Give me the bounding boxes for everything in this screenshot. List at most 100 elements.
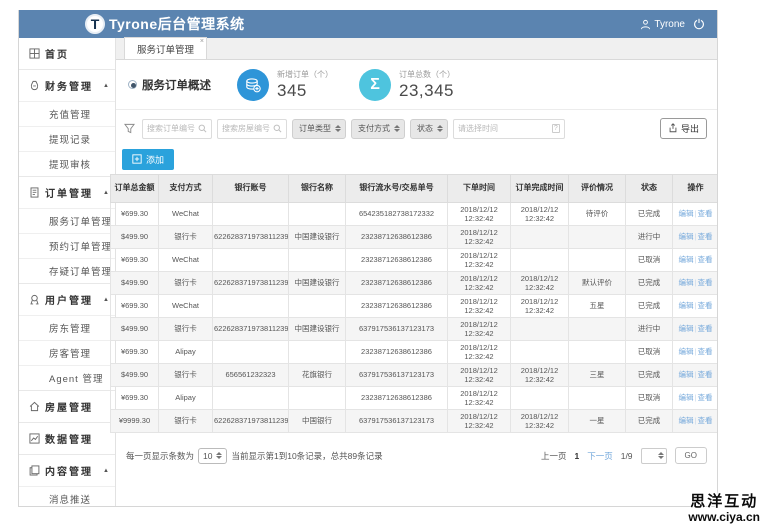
view-link[interactable]: 查看 — [697, 393, 712, 402]
view-link[interactable]: 查看 — [697, 255, 712, 264]
cell-serial: 637917536137123173 — [345, 409, 448, 433]
edit-link[interactable]: 编辑 — [679, 278, 694, 287]
screen: T Tyrone后台管理系统 Tyrone 首页 财务管理 ▲ 充值管理 提现记录 提现审… — [0, 0, 763, 530]
view-link[interactable]: 查看 — [697, 209, 712, 218]
sidebar-subitem[interactable]: 充值管理 — [19, 101, 115, 126]
chevron-updown-icon — [216, 452, 223, 459]
chevron-updown-icon — [657, 452, 664, 459]
orders-table: 订单总金额 支付方式 银行账号 银行名称 银行流水号/交易单号 下单时间 订单完成时间 评价情… — [110, 174, 717, 433]
pagination-bar: 每一页显示条数为 10 当前显示第1到10条记录，总共89条记录 上一页 1 下… — [116, 433, 717, 464]
stat-value: 345 — [277, 80, 307, 100]
edit-link[interactable]: 编辑 — [679, 347, 694, 356]
sidebar-item-1[interactable]: 财务管理 ▲ — [19, 69, 115, 101]
view-link[interactable]: 查看 — [697, 416, 712, 425]
time-range-field[interactable]: ? — [453, 118, 565, 139]
edit-link[interactable]: 编辑 — [679, 393, 694, 402]
chevron-up-icon: ▲ — [103, 467, 109, 474]
sidebar-subitem[interactable]: 预约订单管理 — [19, 233, 115, 258]
cell-order-time: 2018/12/12 12:32:42 — [447, 225, 511, 249]
cell-actions: 编辑|查看 — [672, 248, 717, 272]
cell-status: 已完成 — [625, 363, 673, 387]
sidebar-subitem[interactable]: 消息推送 — [19, 486, 115, 506]
table-row: ¥9999.30 银行卡 622628371973811239 中国银行 6379175… — [110, 409, 717, 433]
time-input[interactable] — [458, 124, 552, 133]
status-select[interactable]: 状态 — [410, 118, 448, 139]
column-header-account: 银行账号 — [212, 174, 289, 203]
cell-done-time — [510, 225, 569, 249]
payment-method-select[interactable]: 支付方式 — [351, 118, 405, 139]
sidebar-item-4[interactable]: 房屋管理 — [19, 390, 115, 422]
cell-bank: 中国建设银行 — [288, 271, 346, 295]
section-title: 服务订单概述 — [142, 79, 211, 92]
cell-done-time: 2018/12/12 12:32:42 — [510, 409, 569, 433]
view-link[interactable]: 查看 — [697, 301, 712, 310]
sidebar-subitem[interactable]: 房客管理 — [19, 340, 115, 365]
sidebar-subitem[interactable]: Agent 管理 — [19, 365, 115, 390]
cell-rating: 三星 — [568, 363, 626, 387]
column-header-order: 下单时间 — [447, 174, 511, 203]
sidebar-subitem[interactable]: 服务订单管理 — [19, 208, 115, 233]
edit-link[interactable]: 编辑 — [679, 301, 694, 310]
edit-link[interactable]: 编辑 — [679, 232, 694, 241]
edit-link[interactable]: 编辑 — [679, 324, 694, 333]
column-header-pay: 支付方式 — [158, 174, 213, 203]
cell-account: 622628371973811239 — [212, 271, 289, 295]
view-link[interactable]: 查看 — [697, 347, 712, 356]
house-number-search-field[interactable] — [217, 118, 287, 139]
search-house-input[interactable] — [222, 124, 273, 133]
per-page-select[interactable]: 10 — [198, 447, 228, 464]
edit-link[interactable]: 编辑 — [679, 370, 694, 379]
sidebar-item-6[interactable]: 内容管理 ▲ — [19, 454, 115, 486]
edit-link[interactable]: 编辑 — [679, 255, 694, 264]
content-copy-icon — [29, 465, 40, 476]
current-page[interactable]: 1 — [574, 451, 579, 461]
sidebar-subitem[interactable]: 提现审核 — [19, 151, 115, 176]
column-header-actions: 操作 — [672, 174, 717, 203]
edit-link[interactable]: 编辑 — [679, 209, 694, 218]
order-type-select[interactable]: 订单类型 — [292, 118, 346, 139]
cell-order-time: 2018/12/12 12:32:42 — [447, 271, 511, 295]
cell-rating — [568, 317, 626, 341]
cell-rating: 一星 — [568, 409, 626, 433]
user-menu[interactable]: Tyrone — [640, 19, 685, 30]
cell-amount: ¥699.30 — [110, 340, 159, 364]
view-link[interactable]: 查看 — [697, 232, 712, 241]
next-page-link[interactable]: 下一页 — [587, 450, 613, 462]
cell-serial: 637917536137123173 — [345, 363, 448, 387]
cell-pay: 银行卡 — [158, 363, 213, 387]
add-button[interactable]: 添加 — [122, 149, 175, 170]
sidebar-subitem[interactable]: 提现记录 — [19, 126, 115, 151]
cell-status: 进行中 — [625, 225, 673, 249]
cell-amount: ¥9999.30 — [110, 409, 159, 433]
cell-rating — [568, 225, 626, 249]
edit-link[interactable]: 编辑 — [679, 416, 694, 425]
search-order-input[interactable] — [147, 124, 198, 133]
tab-service-order-management[interactable]: 服务订单管理 × — [124, 37, 208, 59]
house-icon — [29, 401, 40, 412]
app-window: T Tyrone后台管理系统 Tyrone 首页 财务管理 ▲ 充值管理 提现记录 提现审… — [18, 10, 718, 507]
prev-page-link[interactable]: 上一页 — [541, 450, 567, 462]
watermark-url: www.ciya.cn — [688, 509, 760, 524]
order-number-search-field[interactable] — [142, 118, 212, 139]
sidebar-subitem[interactable]: 房东管理 — [19, 315, 115, 340]
sidebar-item-5[interactable]: 数据管理 — [19, 422, 115, 454]
view-link[interactable]: 查看 — [697, 324, 712, 333]
sidebar-item-0[interactable]: 首页 — [19, 38, 115, 69]
close-tab-icon[interactable]: × — [200, 38, 204, 45]
cell-rating — [568, 340, 626, 364]
sidebar-subitem[interactable]: 存疑订单管理 — [19, 258, 115, 283]
cell-account — [212, 386, 289, 410]
view-link[interactable]: 查看 — [697, 278, 712, 287]
view-link[interactable]: 查看 — [697, 370, 712, 379]
chevron-up-icon: ▲ — [103, 296, 109, 303]
goto-page-stepper[interactable] — [640, 447, 667, 464]
export-button[interactable]: 导出 — [659, 118, 707, 139]
cell-pay: WeChat — [158, 248, 213, 272]
overview-section: 服务订单概述 新增订单（个） 345 Σ 订单总数（个） 23,345 — [116, 60, 717, 110]
power-icon[interactable] — [693, 18, 705, 30]
sidebar-item-2[interactable]: 订单管理 ▲ — [19, 176, 115, 208]
cell-order-time: 2018/12/12 12:32:42 — [447, 409, 511, 433]
go-button[interactable]: GO — [674, 447, 707, 464]
sidebar-item-3[interactable]: 用户管理 ▲ — [19, 283, 115, 315]
cell-account: 622628371973811239 — [212, 317, 289, 341]
